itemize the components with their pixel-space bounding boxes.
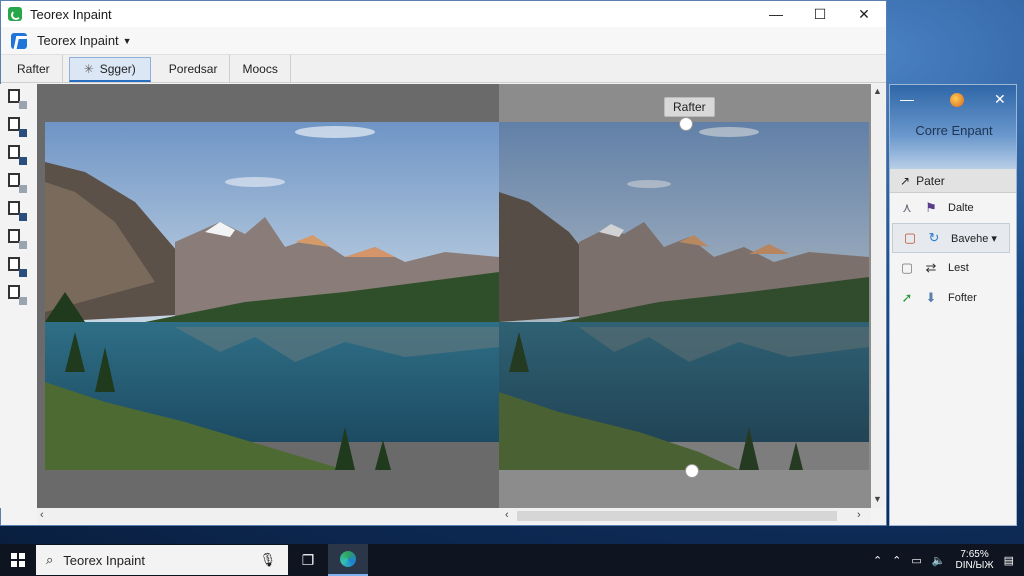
search-text: Teorex Inpaint [63, 552, 145, 568]
scroll-left-icon[interactable]: ‹ [40, 509, 44, 521]
edge-icon [340, 551, 356, 567]
tool-select-icon[interactable] [6, 200, 28, 222]
tool-hand-icon[interactable] [6, 284, 28, 306]
windows-logo-icon [11, 553, 25, 567]
clock-line-2: DIN/ЫЖ [955, 560, 994, 571]
scrollbar-thumb[interactable] [517, 511, 837, 521]
side-panel: — ✕ Corre Enpant ↗ Pater ⋏ ⚑ Dalte ▢ ↻ B… [889, 84, 1017, 526]
toolbar-button-rafter[interactable]: Rafter [5, 55, 63, 82]
refresh-icon: ↻ [928, 230, 940, 245]
gear-icon: ✳ [83, 62, 94, 76]
brand-icon [11, 32, 27, 49]
horizontal-scrollbar[interactable]: ‹ ‹ › [37, 508, 871, 524]
panel-section-header[interactable]: ↗ Pater [890, 169, 1016, 193]
scroll-right-icon[interactable]: › [857, 509, 861, 521]
tool-brush-icon[interactable] [6, 116, 28, 138]
checkbox-icon[interactable]: ▢ [900, 260, 914, 276]
split-handle-bottom[interactable] [685, 464, 699, 478]
panel-section-label: Pater [916, 173, 945, 188]
panel-row-label: Bavehe ▾ [951, 232, 997, 245]
green-arrow-icon: ➚ [901, 290, 913, 305]
panel-row-label: Dalte [948, 202, 974, 214]
after-label: Rafter [664, 97, 715, 117]
clock-line-1: 7:65% [960, 549, 989, 560]
photo-after [499, 122, 869, 470]
close-button[interactable]: ✕ [842, 1, 886, 27]
frame-icon: ▢ [903, 230, 917, 245]
taskbar-app-edge[interactable] [328, 544, 368, 576]
window-controls: — ☐ ✕ [754, 1, 886, 27]
toolbar-button-moocs[interactable]: Moocs [230, 55, 291, 82]
menu-row: Teorex Inpaint ▼ [1, 27, 886, 55]
vertical-scrollbar[interactable]: ▲ ▼ [871, 84, 885, 508]
network-icon[interactable]: ⌃ [892, 554, 901, 567]
photo-before [45, 122, 499, 470]
scroll-down-icon[interactable]: ▼ [873, 494, 882, 504]
toolbar: Rafter ✳ Sgger) Poredsar Moocs [1, 55, 886, 83]
minimize-button[interactable]: — [754, 1, 798, 27]
panel-row-fofter[interactable]: ➚ ⬇ Fofter [890, 283, 1016, 313]
chevron-down-icon: ▼ [122, 35, 132, 46]
battery-icon[interactable]: ▭ [911, 554, 921, 567]
search-icon: ⌕ [46, 552, 54, 567]
task-view-icon[interactable]: ❐ [288, 544, 328, 576]
start-button[interactable] [0, 544, 36, 576]
image-canvas[interactable]: Rafter [37, 84, 871, 508]
tool-strip [0, 84, 36, 508]
arrow-icon: ⇄ [925, 260, 937, 275]
panel-header: — ✕ Corre Enpant [890, 85, 1016, 169]
panel-row-bavehe[interactable]: ▢ ↻ Bavehe ▾ [892, 223, 1010, 253]
tool-wand-icon[interactable] [6, 256, 28, 278]
down-arrow-icon: ⬇ [925, 290, 937, 305]
tool-stamp-icon[interactable] [6, 228, 28, 250]
volume-icon[interactable]: 🔈 [932, 554, 946, 567]
window-title: Teorex Inpaint [30, 6, 112, 22]
panel-minimize-icon[interactable]: — [900, 91, 914, 107]
tray-chevron-icon[interactable]: ⌃ [873, 554, 882, 567]
scroll-left-icon-2[interactable]: ‹ [505, 509, 509, 521]
title-bar: Teorex Inpaint — ☐ ✕ [1, 1, 886, 27]
toolbar-button-poredsar[interactable]: Poredsar [157, 55, 231, 82]
panel-row-dalte[interactable]: ⋏ ⚑ Dalte [890, 193, 1016, 223]
taskbar-clock[interactable]: 7:65% DIN/ЫЖ [956, 549, 994, 571]
maximize-button[interactable]: ☐ [798, 1, 842, 27]
tool-eraser-icon[interactable] [6, 172, 28, 194]
angle-icon: ⋏ [902, 200, 912, 215]
wrench-icon: ↗ [900, 173, 911, 188]
toolbar-button-sgger-label: Sgger) [99, 62, 136, 76]
panel-row-label: Lest [948, 262, 969, 274]
panel-title: Corre Enpant [915, 123, 993, 138]
pencil-icon: ⚑ [925, 200, 937, 215]
scroll-up-icon[interactable]: ▲ [873, 86, 882, 96]
app-menu-dropdown[interactable]: Teorex Inpaint ▼ [37, 33, 132, 48]
tool-marker-icon[interactable] [6, 88, 28, 110]
toolbar-button-sgger[interactable]: ✳ Sgger) [68, 57, 151, 82]
split-handle-top[interactable] [679, 117, 693, 131]
panel-row-lest[interactable]: ▢ ⇄ Lest [890, 253, 1016, 283]
system-tray: ⌃ ⌃ ▭ 🔈 7:65% DIN/ЫЖ ▤ [873, 544, 1024, 576]
taskbar-search[interactable]: ⌕ Teorex Inpaint 🎙 [36, 545, 288, 575]
notification-icon[interactable]: ▤ [1004, 554, 1014, 567]
app-menu-label: Teorex Inpaint [37, 33, 119, 48]
panel-row-label: Fofter [948, 292, 977, 304]
tool-lasso-icon[interactable] [6, 144, 28, 166]
orb-icon [950, 93, 964, 107]
app-logo-icon [8, 7, 22, 21]
microphone-icon[interactable]: 🎙 [259, 552, 276, 568]
panel-close-icon[interactable]: ✕ [994, 91, 1006, 108]
taskbar: ⌕ Teorex Inpaint 🎙 ❐ ⌃ ⌃ ▭ 🔈 7:65% DIN/Ы… [0, 544, 1024, 576]
